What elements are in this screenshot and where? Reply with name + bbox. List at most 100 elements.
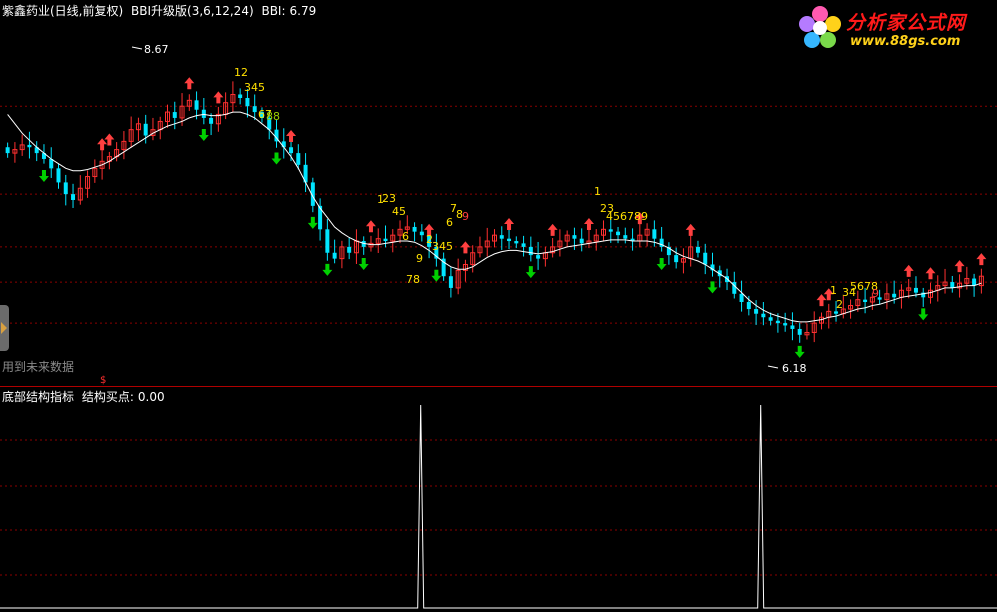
candle-down [448, 276, 453, 288]
buy-arrow-icon [97, 138, 108, 151]
count-label: 2 [836, 298, 843, 311]
sell-arrow-icon [918, 308, 929, 321]
buy-arrow-icon [547, 223, 558, 236]
sell-arrow-icon [322, 263, 333, 276]
count-label: 1 [594, 185, 601, 198]
candle-down [972, 278, 977, 286]
count-label: 12 [234, 66, 248, 79]
buy-arrow-icon [184, 77, 195, 90]
count-label: 45 [392, 205, 406, 218]
candle-down [892, 293, 897, 298]
candle-down [572, 235, 577, 239]
sell-arrow-icon [707, 281, 718, 294]
candle-down [412, 226, 417, 232]
candle-down [834, 311, 839, 314]
count-label: 6 [446, 216, 453, 229]
candle-down [790, 325, 795, 329]
buy-arrow-icon [954, 260, 965, 273]
candle-down [245, 98, 250, 107]
panel-expand-tab[interactable] [0, 305, 9, 351]
count-label: 88 [266, 110, 280, 123]
buy-arrow-icon [925, 267, 936, 280]
candle-down [252, 106, 257, 113]
buy-arrow-icon [504, 217, 515, 230]
sell-arrow-icon [358, 257, 369, 270]
candle-down [775, 320, 780, 324]
count-label: 6 [402, 230, 409, 243]
candle-down [383, 238, 388, 242]
candle-down [5, 147, 10, 154]
candle-down [332, 252, 337, 259]
sell-arrow-icon [198, 129, 209, 141]
candle-down [913, 287, 918, 293]
candle-down [507, 238, 512, 242]
indicator-header: 底部结构指标 结构买点: 0.00 [2, 388, 169, 405]
sell-arrow-icon [307, 216, 318, 229]
panel-divider[interactable] [0, 386, 997, 387]
candle-down [754, 309, 759, 314]
low-price-label: 6.18 [782, 362, 807, 375]
candle-down [347, 246, 352, 253]
future-data-note: 用到未来数据 [2, 360, 75, 374]
buy-arrow-icon [213, 91, 224, 104]
count-label: 9 [462, 210, 469, 223]
buy-arrow-icon [460, 241, 471, 254]
count-label: 1 [830, 284, 837, 297]
candle-down [71, 194, 76, 200]
candle-down [608, 229, 613, 232]
sell-arrow-icon [271, 152, 282, 165]
price-chart[interactable]: 123456788123456789234567 8 912345678912345… [0, 0, 997, 612]
buy-arrow-icon [816, 294, 827, 307]
count-label: 23 [382, 192, 396, 205]
candle-down [528, 246, 533, 256]
candle-down [579, 238, 584, 244]
candle-down [143, 123, 148, 136]
high-price-label: 8.67 [144, 43, 169, 56]
candle-down [674, 255, 679, 263]
sell-arrow-icon [656, 257, 667, 270]
buy-arrow-icon [286, 130, 297, 143]
count-label: 345 [432, 240, 453, 253]
buy-arrow-icon [583, 217, 594, 230]
candle-down [27, 144, 32, 148]
candle-down [703, 252, 708, 265]
candle-down [499, 235, 504, 239]
candle-down [238, 94, 243, 98]
marker-symbol: $ [100, 375, 106, 386]
sell-arrow-icon [431, 269, 442, 282]
candle-down [296, 153, 301, 165]
candle-down [797, 328, 802, 335]
candle-down [761, 313, 766, 318]
candle-down [950, 282, 955, 288]
low-pointer [767, 365, 779, 369]
count-label: 9 [872, 287, 879, 300]
candle-down [536, 255, 541, 259]
count-label: 345 [244, 81, 265, 94]
candle-down [419, 231, 424, 236]
sell-arrow-icon [38, 170, 49, 183]
buy-arrow-icon [365, 220, 376, 233]
candle-down [863, 299, 868, 302]
candle-down [209, 117, 214, 124]
candle-down [172, 112, 177, 118]
candle-down [739, 293, 744, 302]
buy-arrow-icon [976, 253, 987, 266]
candle-down [325, 229, 330, 253]
candle-down [289, 147, 294, 154]
buy-point-label: 结构买点: [81, 390, 134, 404]
count-label: 78 [406, 273, 420, 286]
candle-down [652, 229, 657, 239]
buy-point-value: 0.00 [137, 390, 165, 404]
count-label: 9 [416, 252, 423, 265]
candle-down [514, 241, 519, 244]
candle-down [63, 182, 68, 195]
sub-indicator-name: 底部结构指标 [2, 390, 75, 404]
count-label: 456789 [606, 210, 648, 223]
candle-down [623, 235, 628, 239]
candle-down [201, 109, 206, 118]
sell-arrow-icon [794, 345, 805, 358]
buy-arrow-icon [903, 264, 914, 277]
candle-down [746, 302, 751, 310]
candle-down [768, 317, 773, 321]
candle-down [783, 323, 788, 326]
